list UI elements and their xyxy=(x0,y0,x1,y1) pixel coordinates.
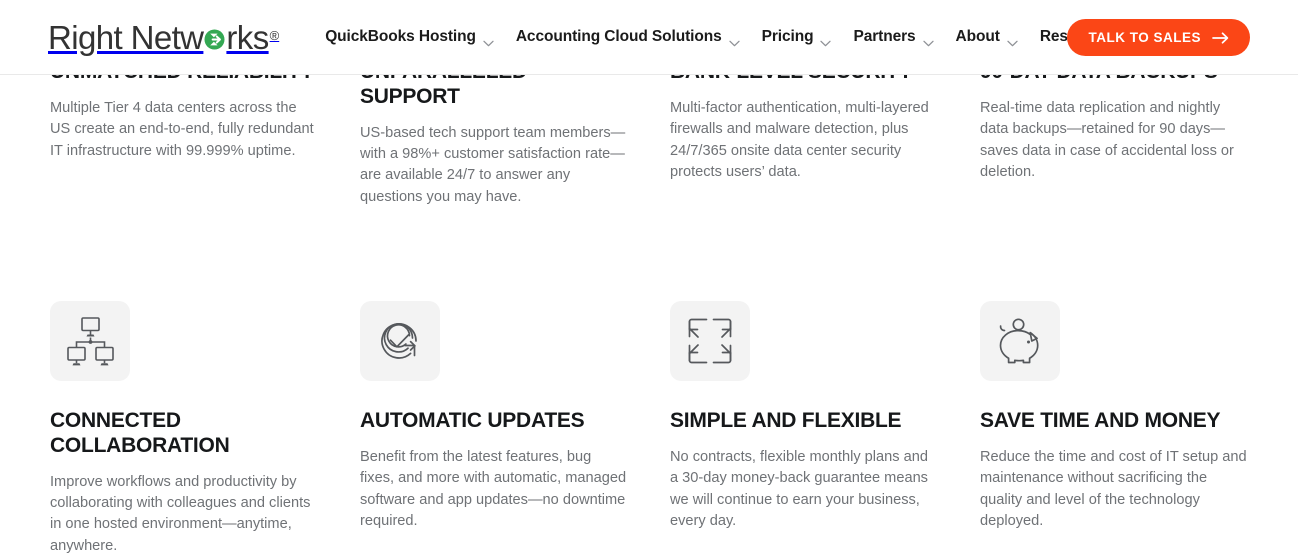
site-header: Right Netw rks ® QuickBooks Hosting Acco… xyxy=(0,0,1298,75)
feature-description: Benefit from the latest features, bug fi… xyxy=(360,448,627,530)
chevron-down-icon xyxy=(820,34,832,46)
feature-title: AUTOMATIC UPDATES xyxy=(360,409,585,432)
nav-item-label: Pricing xyxy=(761,28,814,45)
feature-description: Reduce the time and cost of IT setup and… xyxy=(980,448,1247,530)
nav-item-pricing[interactable]: Pricing xyxy=(751,28,843,46)
nav-item-label: Partners xyxy=(853,28,916,45)
piggy-bank-icon xyxy=(980,301,1060,381)
nav-item-partners[interactable]: Partners xyxy=(842,28,944,46)
feature-card: SIMPLE AND FLEXIBLE No contracts, flexib… xyxy=(670,301,980,557)
chevron-down-icon xyxy=(483,34,494,46)
feature-description: US-based tech support team members—with … xyxy=(360,124,626,205)
feature-row-2: CONNECTED COLLABORATION Improve workflow… xyxy=(50,301,1290,557)
feature-description: Multi-factor authentication, multi-layer… xyxy=(670,99,929,181)
green-circle-arrow-icon xyxy=(204,29,225,50)
nav-item-accounting-cloud-solutions[interactable]: Accounting Cloud Solutions xyxy=(505,28,751,46)
feature-description: Improve workflows and productivity by co… xyxy=(50,473,311,554)
nav-item-label: Accounting Cloud Solutions xyxy=(515,28,722,45)
logo-text-prefix: Right Netw xyxy=(48,18,204,56)
chevron-down-icon xyxy=(922,34,934,46)
feature-description: No contracts, flexible monthly plans and… xyxy=(670,448,928,530)
network-monitors-icon xyxy=(50,301,130,381)
nav-item-quickbooks-hosting[interactable]: QuickBooks Hosting xyxy=(314,28,505,46)
refresh-check-icon xyxy=(360,301,440,381)
feature-description: Real-time data replication and nightly d… xyxy=(980,99,1234,181)
site-logo[interactable]: Right Netw rks ® xyxy=(48,18,280,56)
feature-description: Multiple Tier 4 data centers across the … xyxy=(50,99,314,159)
cta-label: TALK TO SALES xyxy=(1088,30,1201,45)
nav-item-label: About xyxy=(955,28,1000,45)
chevron-down-icon xyxy=(1007,34,1018,46)
chevron-down-icon xyxy=(728,34,740,46)
feature-title: SIMPLE AND FLEXIBLE xyxy=(670,409,902,432)
nav-item-label: QuickBooks Hosting xyxy=(325,28,476,45)
feature-card: SAVE TIME AND MONEY Reduce the time and … xyxy=(980,301,1290,557)
nav-item-about[interactable]: About xyxy=(945,28,1029,46)
arrow-right-icon xyxy=(1212,31,1229,44)
registered-trademark-mark: ® xyxy=(269,27,280,43)
feature-title: CONNECTED COLLABORATION xyxy=(50,409,230,457)
feature-title: SAVE TIME AND MONEY xyxy=(980,409,1221,432)
feature-card: CONNECTED COLLABORATION Improve workflow… xyxy=(50,301,360,557)
main-navigation: QuickBooks Hosting Accounting Cloud Solu… xyxy=(314,28,1147,46)
four-arrows-expand-icon xyxy=(670,301,750,381)
talk-to-sales-button[interactable]: TALK TO SALES xyxy=(1067,19,1250,56)
logo-text-suffix: rks xyxy=(226,18,269,56)
feature-card: AUTOMATIC UPDATES Benefit from the lates… xyxy=(360,301,670,557)
